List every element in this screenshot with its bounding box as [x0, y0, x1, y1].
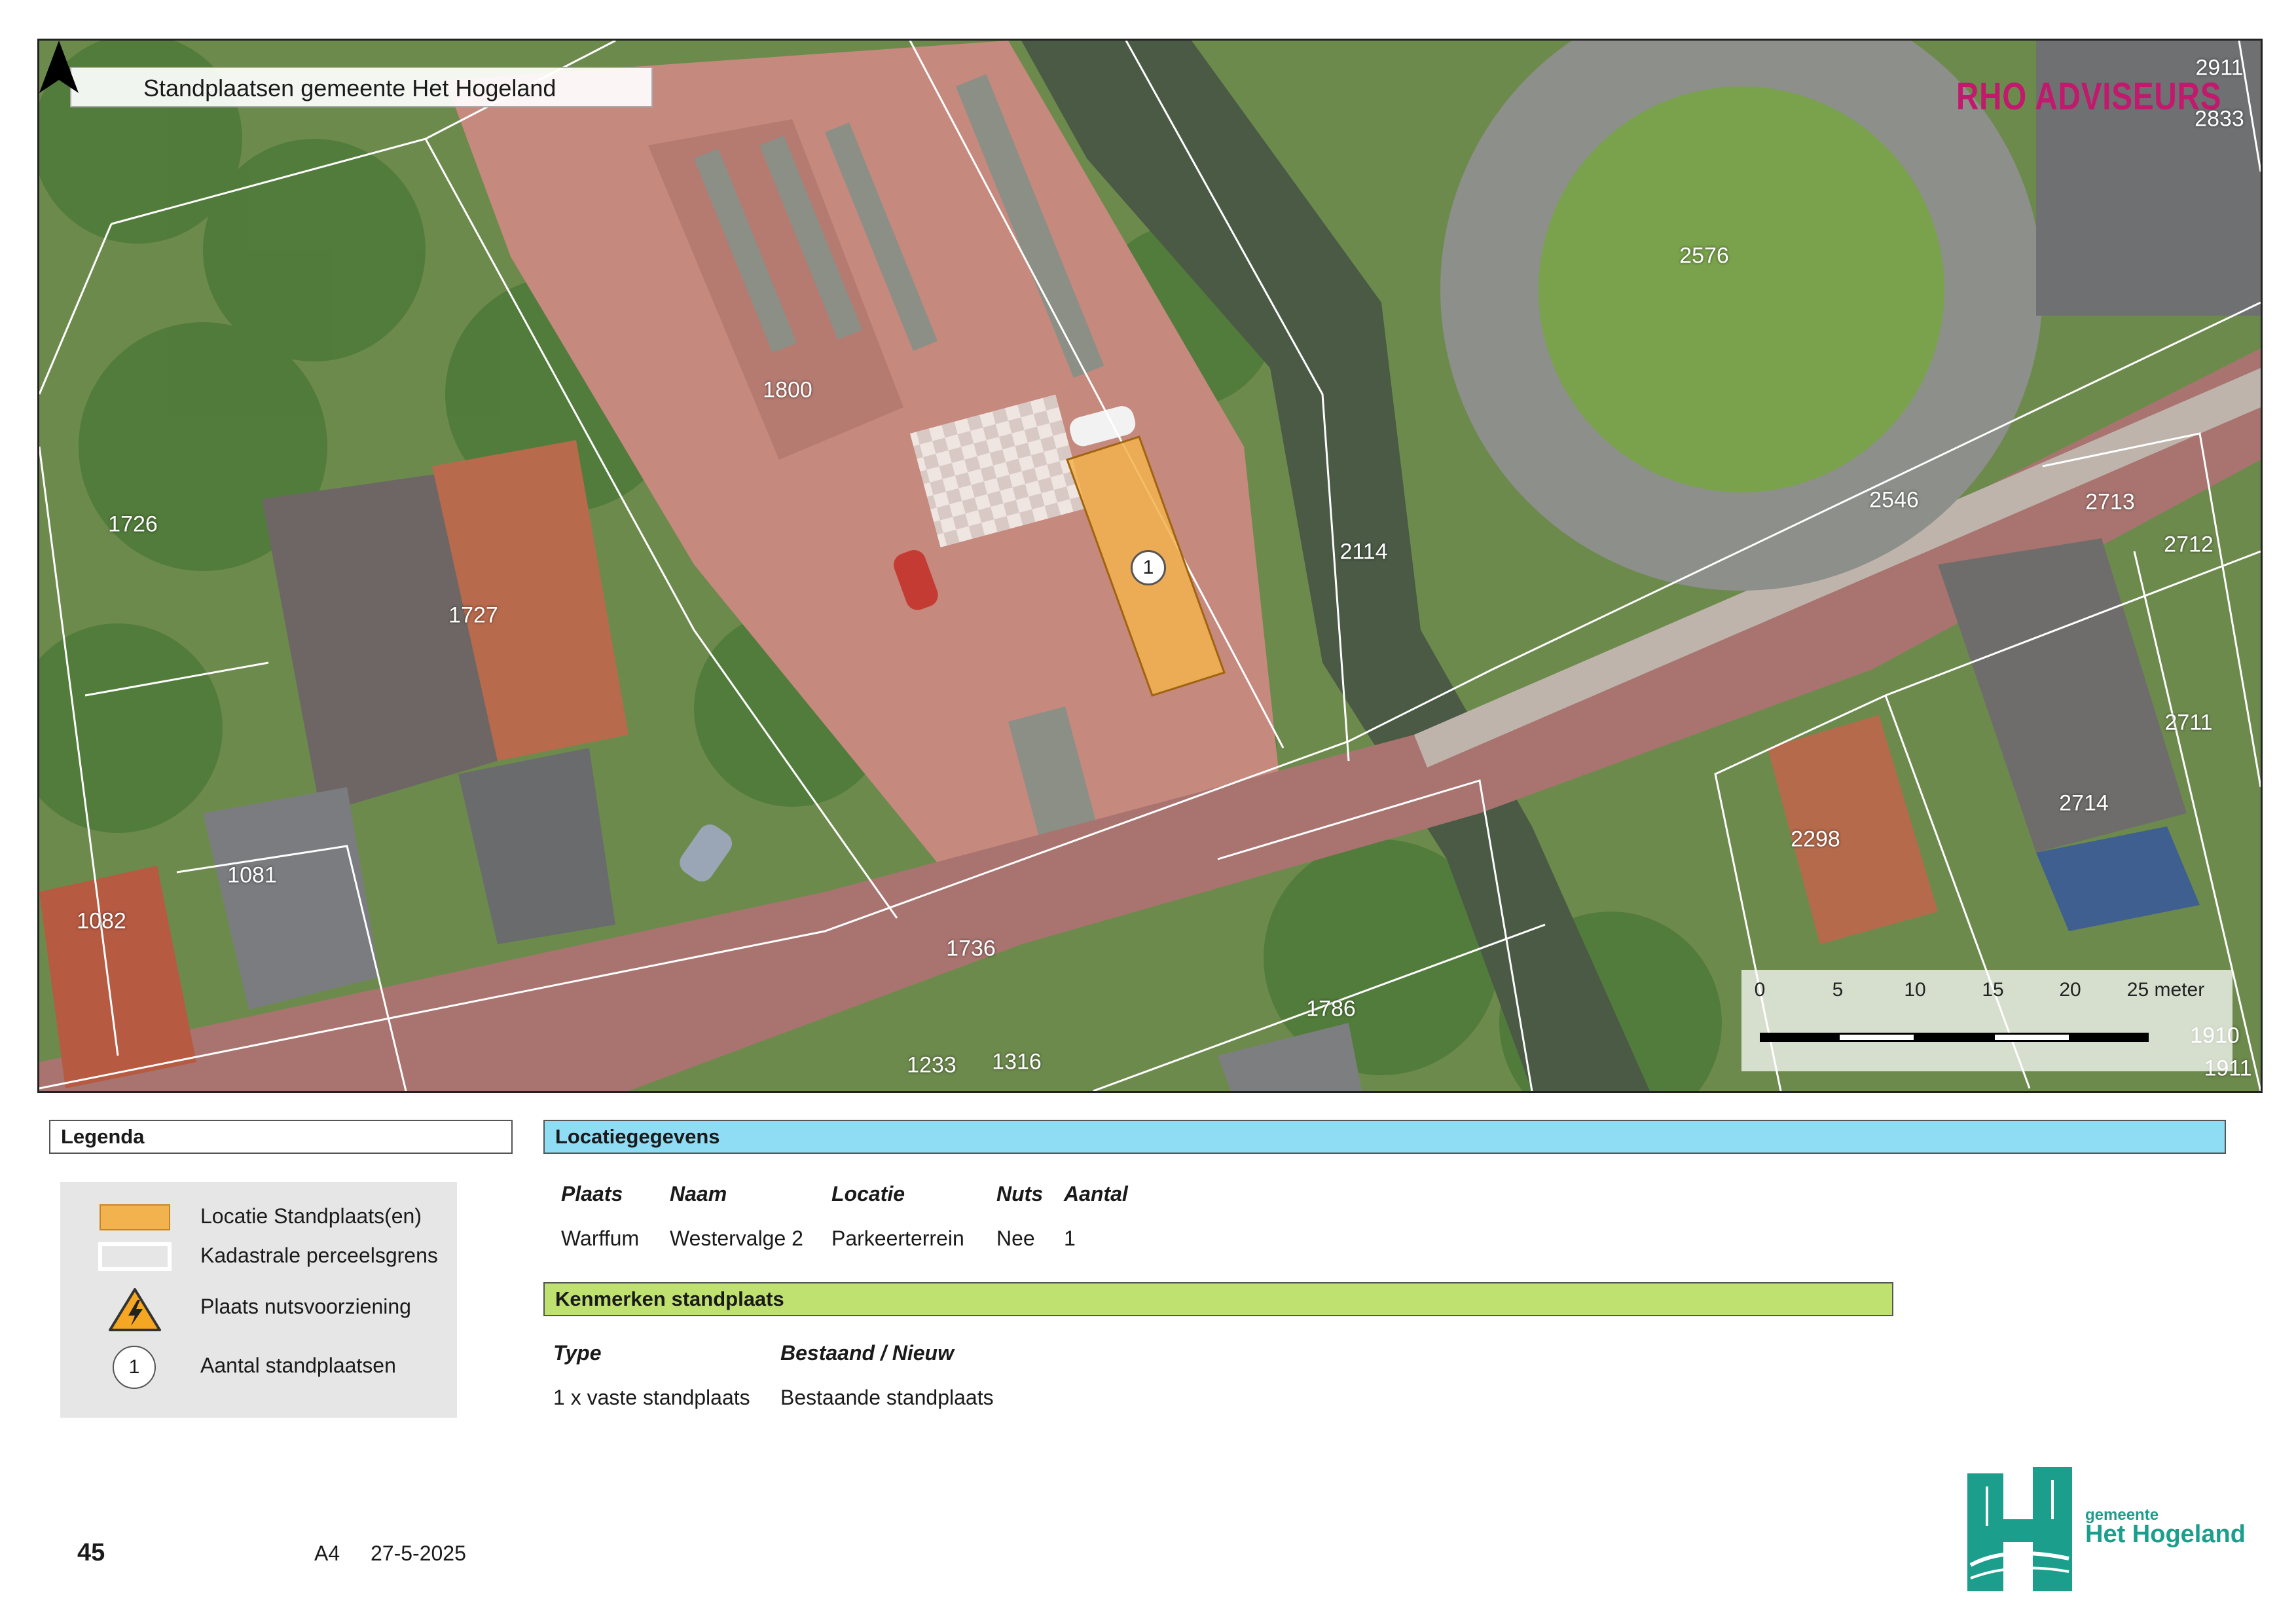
scale-segment [1760, 1033, 1838, 1042]
cell-nuts: Nee [996, 1227, 1035, 1250]
standplaats-count-marker[interactable]: 1 [1131, 550, 1166, 585]
parcel-label: 2298 [1791, 826, 1840, 852]
parcel-label: 1316 [992, 1049, 1042, 1075]
orange-rectangle-icon [100, 1204, 170, 1230]
rho-adviseurs-logo: RHO ADVISEURS [1956, 75, 2221, 118]
parcel-label: 2714 [2059, 790, 2109, 816]
high-voltage-warning-icon [109, 1288, 161, 1331]
parcel-label: 2833 [2195, 106, 2244, 132]
cell-bestaand-nieuw: Bestaande standplaats [780, 1386, 994, 1409]
legend-title: Legenda [49, 1120, 513, 1154]
scale-segment [2070, 1033, 2149, 1042]
scale-tick: 15 [1982, 979, 2004, 1001]
column-header-type: Type [553, 1341, 602, 1365]
legend-item: Plaats nutsvoorziening [60, 1287, 457, 1331]
legend-label: Aantal standplaatsen [200, 1354, 396, 1377]
count-circle-icon: 1 [113, 1346, 156, 1389]
scale-tick: 20 [2059, 979, 2081, 1001]
parcel-label: 2712 [2164, 532, 2214, 557]
parcel-label: 2911 [2195, 55, 2244, 81]
paper-size: A4 [314, 1541, 340, 1565]
cell-locatie: Parkeerterrein [831, 1227, 964, 1250]
parcel-label: 1082 [77, 908, 126, 934]
page-number: 45 [77, 1539, 105, 1566]
locatiegegevens-title: Locatiegegevens [543, 1120, 2226, 1154]
parcel-label: 1736 [946, 936, 996, 961]
parcel-label: 2546 [1869, 487, 1919, 513]
parcel-label: 2114 [1339, 539, 1388, 564]
cell-aantal: 1 [1064, 1227, 1076, 1250]
legend-label: Kadastrale perceelsgrens [200, 1244, 438, 1267]
parcel-label: 1727 [448, 602, 498, 628]
scale-tick: 0 [1754, 979, 1766, 1001]
municipality-name: Het Hogeland [2085, 1521, 2246, 1548]
map-title: Standplaatsen gemeente Het Hogeland [70, 67, 653, 107]
column-header-naam: Naam [670, 1182, 727, 1206]
column-header-plaats: Plaats [561, 1182, 623, 1206]
scale-bar: 0 5 10 15 20 25 meter [1741, 970, 2232, 1071]
north-arrow-icon [39, 41, 79, 93]
parcel-label: 2576 [1679, 243, 1729, 268]
marker-count: 1 [1142, 557, 1154, 578]
white-outline-icon [98, 1242, 172, 1271]
legend-panel: Locatie Standplaats(en) Kadastrale perce… [60, 1182, 457, 1418]
parcel-label: 2711 [2164, 710, 2213, 735]
legend-item: Locatie Standplaats(en) [60, 1196, 457, 1236]
cell-type: 1 x vaste standplaats [553, 1386, 750, 1409]
parcel-label: 1800 [763, 377, 812, 403]
legend-label: Plaats nutsvoorziening [200, 1295, 411, 1318]
aerial-map[interactable]: Standplaatsen gemeente Het Hogeland RHO … [37, 39, 2263, 1093]
scale-segment [1838, 1033, 1916, 1042]
parcel-label: 1786 [1306, 996, 1356, 1022]
column-header-nuts: Nuts [996, 1182, 1044, 1206]
scale-segment [1993, 1033, 2071, 1042]
scale-segment [1915, 1033, 1994, 1042]
legend-item: 1 Aantal standplaatsen [60, 1346, 457, 1389]
legend-label: Locatie Standplaats(en) [200, 1204, 422, 1228]
cell-naam: Westervalge 2 [670, 1227, 803, 1250]
parcel-label: 1081 [227, 862, 277, 888]
column-header-aantal: Aantal [1064, 1182, 1128, 1206]
kenmerken-title: Kenmerken standplaats [543, 1282, 1893, 1316]
parcel-label: 2713 [2085, 489, 2135, 515]
scale-tick: 25 meter [2126, 979, 2205, 1001]
cell-plaats: Warffum [561, 1227, 640, 1250]
scale-tick: 10 [1904, 979, 1926, 1001]
document-date: 27-5-2025 [371, 1541, 466, 1565]
scale-tick: 5 [1832, 979, 1844, 1001]
column-header-bestaand-nieuw: Bestaand / Nieuw [780, 1341, 954, 1365]
count-circle-symbol: 1 [128, 1356, 140, 1378]
legend-item: Kadastrale perceelsgrens [60, 1236, 457, 1275]
column-header-locatie: Locatie [831, 1182, 905, 1206]
parcel-label: 1726 [108, 511, 158, 537]
het-hogeland-logo [1967, 1467, 2072, 1591]
parcel-label: 1233 [907, 1052, 957, 1078]
